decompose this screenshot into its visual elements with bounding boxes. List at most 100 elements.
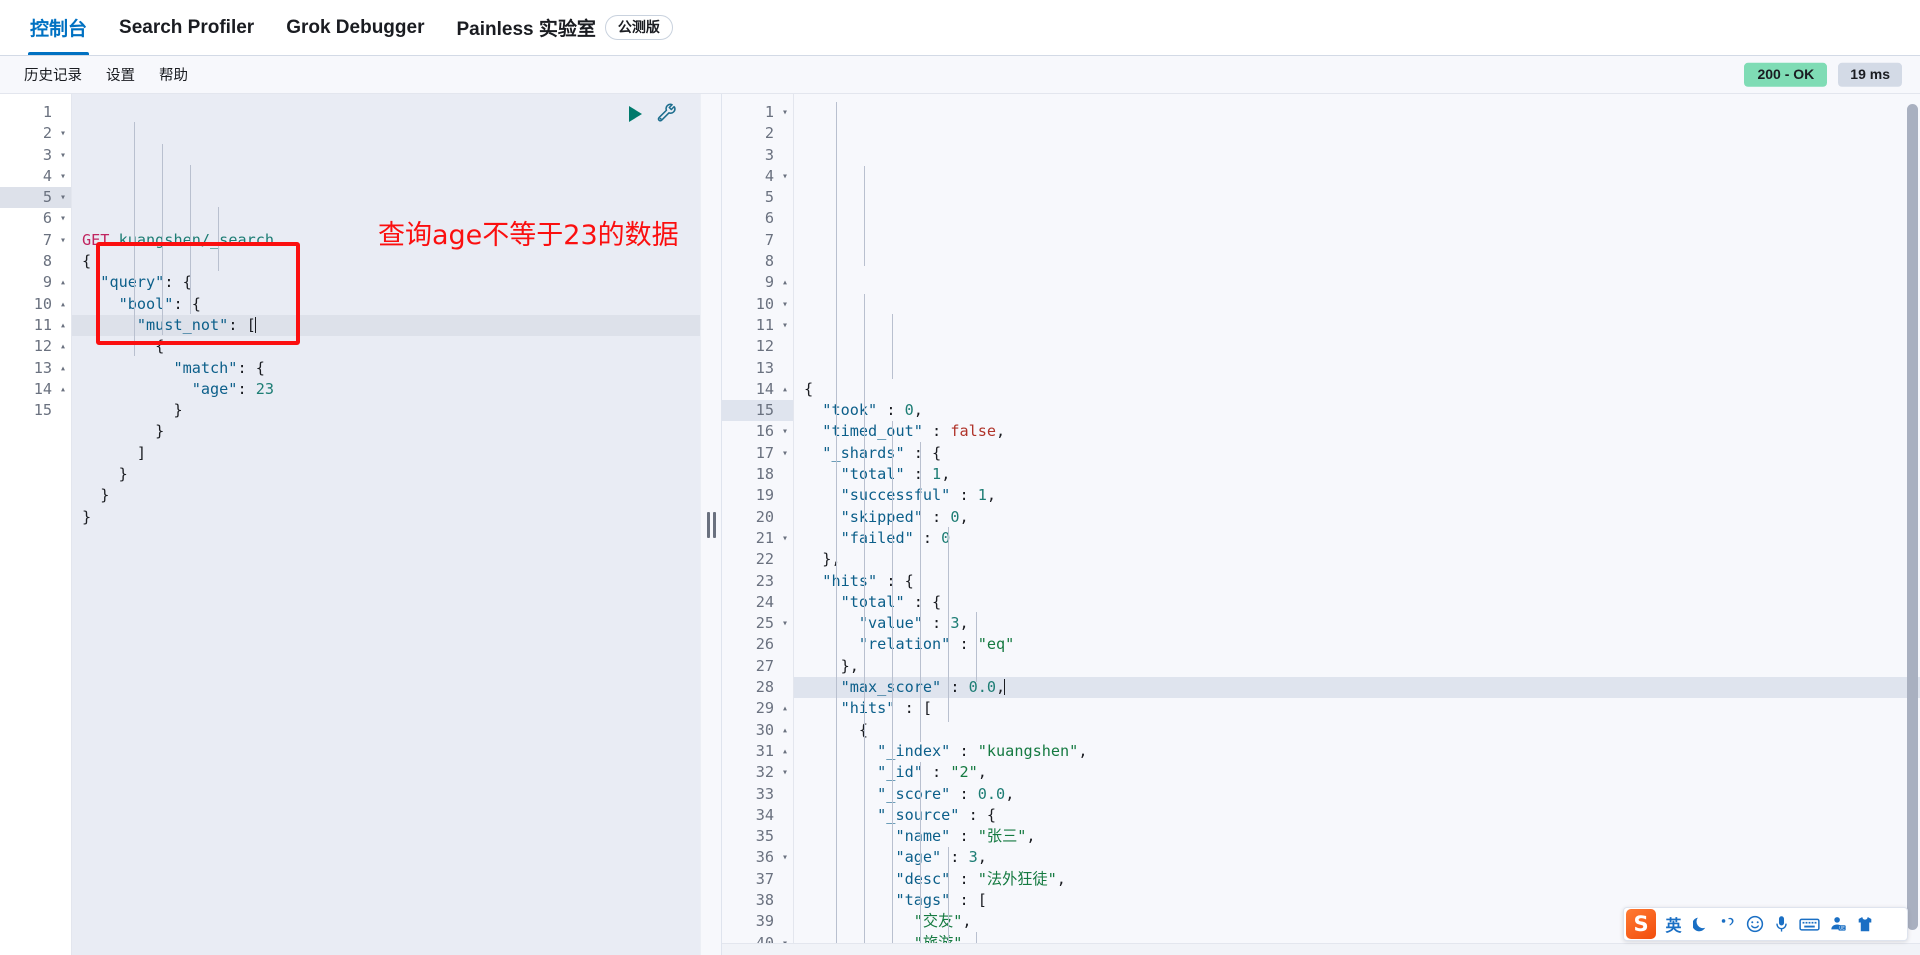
sogou-logo-icon[interactable]: S [1626,909,1656,939]
fold-collapse-icon[interactable]: ▾ [782,166,788,187]
code-token-punct: } [82,507,92,526]
fold-collapse-icon[interactable]: ▾ [782,847,788,868]
wrench-icon[interactable] [656,103,678,125]
code-line[interactable]: "age" : 3, [794,847,1920,868]
fold-collapse-icon[interactable]: ▾ [60,166,66,187]
code-line[interactable]: "_shards" : { [794,443,1920,464]
code-line[interactable]: } [72,464,700,485]
code-line[interactable]: "_source" : { [794,805,1920,826]
code-token-str: "2" [950,763,978,782]
line-number: 19 [755,486,774,505]
fold-expand-icon[interactable]: ▴ [60,336,66,357]
code-line[interactable]: "name" : "张三", [794,826,1920,847]
fold-expand-icon[interactable]: ▴ [782,698,788,719]
fold-collapse-icon[interactable]: ▾ [60,208,66,229]
code-line[interactable]: "query": { [72,272,700,293]
code-line[interactable]: "bool": { [72,294,700,315]
fold-expand-icon[interactable]: ▴ [782,379,788,400]
skin-icon[interactable] [1855,910,1874,938]
code-line[interactable]: "_id" : "2", [794,762,1920,783]
code-line[interactable]: "match": { [72,358,700,379]
emoji-icon[interactable] [1745,910,1764,938]
request-editor[interactable]: 1 2 ▾ 3 ▾ 4 ▾ 5 ▾ 6 ▾ 7 ▾ 8 9 ▴ 10 ▴ 11 ▴ 12 ▴ 13 ▴ 14 ▴ 15 GET ku… [0,94,700,955]
code-line[interactable]: "must_not": [ [72,314,700,337]
tab-grok-debugger[interactable]: Grok Debugger [270,0,440,55]
code-line[interactable]: { [794,379,1920,400]
code-line[interactable]: "took" : 0, [794,400,1920,421]
code-line[interactable]: { [794,720,1920,741]
fold-expand-icon[interactable]: ▴ [782,720,788,741]
code-line[interactable]: "_score" : 0.0, [794,784,1920,805]
menu-settings[interactable]: 设置 [94,64,147,85]
code-line[interactable]: } [72,507,700,528]
fold-collapse-icon[interactable]: ▾ [782,315,788,336]
tab-search-profiler[interactable]: Search Profiler [103,0,270,55]
menu-help[interactable]: 帮助 [147,64,200,85]
code-line[interactable]: "hits" : { [794,571,1920,592]
scrollbar-thumb[interactable] [1907,104,1918,930]
fold-collapse-icon[interactable]: ▾ [782,421,788,442]
code-line[interactable]: "desc" : "法外狂徒", [794,869,1920,890]
fold-expand-icon[interactable]: ▴ [60,272,66,293]
toolbox-grid-icon[interactable] [1882,910,1901,938]
response-viewer-pane[interactable]: 1 ▾ 2 3 4 ▾ 5 6 7 8 9 ▴ 10 ▾ 11 ▾ 12 13 14 ▴ 15 16 ▾ 17 ▾ 18 19 20 2… [722,94,1920,955]
sogou-ime-toolbar[interactable]: S 英 UE [1623,907,1908,941]
response-editor[interactable]: 1 ▾ 2 3 4 ▾ 5 6 7 8 9 ▴ 10 ▾ 11 ▾ 12 13 14 ▴ 15 16 ▾ 17 ▾ 18 19 20 2… [722,94,1920,955]
code-line[interactable]: "failed" : 0 [794,528,1920,549]
response-code-area[interactable]: { "took" : 0, "timed_out" : false, "_sha… [794,94,1920,955]
fold-collapse-icon[interactable]: ▾ [782,102,788,123]
response-horizontal-scrollbar[interactable] [722,943,1920,955]
panel-resize-divider[interactable] [700,94,722,955]
code-line[interactable]: } [72,400,700,421]
code-line[interactable]: "skipped" : 0, [794,507,1920,528]
tab-painless-lab[interactable]: Painless 实验室 公测版 [441,0,689,55]
fold-collapse-icon[interactable]: ▾ [782,528,788,549]
code-line[interactable]: "hits" : [ [794,698,1920,719]
code-line[interactable]: "value" : 3, [794,613,1920,634]
fold-collapse-icon[interactable]: ▾ [782,762,788,783]
fold-collapse-icon[interactable]: ▾ [782,294,788,315]
fold-collapse-icon[interactable]: ▾ [782,443,788,464]
fold-expand-icon[interactable]: ▴ [60,315,66,336]
code-line[interactable]: "timed_out" : false, [794,421,1920,442]
code-line[interactable]: { [72,336,700,357]
fold-collapse-icon[interactable]: ▾ [60,187,66,208]
fold-expand-icon[interactable]: ▴ [60,294,66,315]
run-query-icon[interactable] [629,106,642,122]
keyboard-icon[interactable] [1799,910,1820,938]
code-line[interactable]: { [72,251,700,272]
punctuation-icon[interactable] [1718,910,1737,938]
code-line[interactable] [72,528,700,549]
code-line[interactable]: "total" : 1, [794,464,1920,485]
fold-collapse-icon[interactable]: ▾ [60,145,66,166]
code-line[interactable]: } [72,421,700,442]
fold-collapse-icon[interactable]: ▾ [60,230,66,251]
chinese-english-toggle-icon[interactable]: 英 [1664,910,1683,938]
menu-history[interactable]: 历史记录 [12,64,94,85]
code-line[interactable]: "relation" : "eq" [794,634,1920,655]
microphone-icon[interactable] [1772,910,1791,938]
code-line[interactable]: "max_score" : 0.0, [794,677,1920,699]
fold-expand-icon[interactable]: ▴ [782,741,788,762]
code-token-punct: : { [959,805,997,824]
code-line[interactable]: "age": 23 [72,379,700,400]
code-line[interactable]: }, [794,656,1920,677]
request-code-area[interactable]: GET kuangshen/_search{ "query": { "bool"… [72,94,700,955]
code-line[interactable]: "total" : { [794,592,1920,613]
code-line[interactable]: "_index" : "kuangshen", [794,741,1920,762]
request-editor-pane[interactable]: 1 2 ▾ 3 ▾ 4 ▾ 5 ▾ 6 ▾ 7 ▾ 8 9 ▴ 10 ▴ 11 ▴ 12 ▴ 13 ▴ 14 ▴ 15 GET ku… [0,94,700,955]
code-line[interactable]: GET kuangshen/_search [72,230,700,251]
fold-collapse-icon[interactable]: ▾ [60,123,66,144]
code-line[interactable]: } [72,485,700,506]
code-line[interactable]: ] [72,443,700,464]
user-icon[interactable]: UE [1828,910,1847,938]
response-vertical-scrollbar[interactable] [1907,94,1918,955]
code-line[interactable]: }, [794,549,1920,570]
moon-icon[interactable] [1691,910,1710,938]
tab-console[interactable]: 控制台 [14,0,103,55]
fold-expand-icon[interactable]: ▴ [60,379,66,400]
fold-expand-icon[interactable]: ▴ [60,358,66,379]
fold-expand-icon[interactable]: ▴ [782,272,788,293]
fold-collapse-icon[interactable]: ▾ [782,613,788,634]
code-line[interactable]: "successful" : 1, [794,485,1920,506]
